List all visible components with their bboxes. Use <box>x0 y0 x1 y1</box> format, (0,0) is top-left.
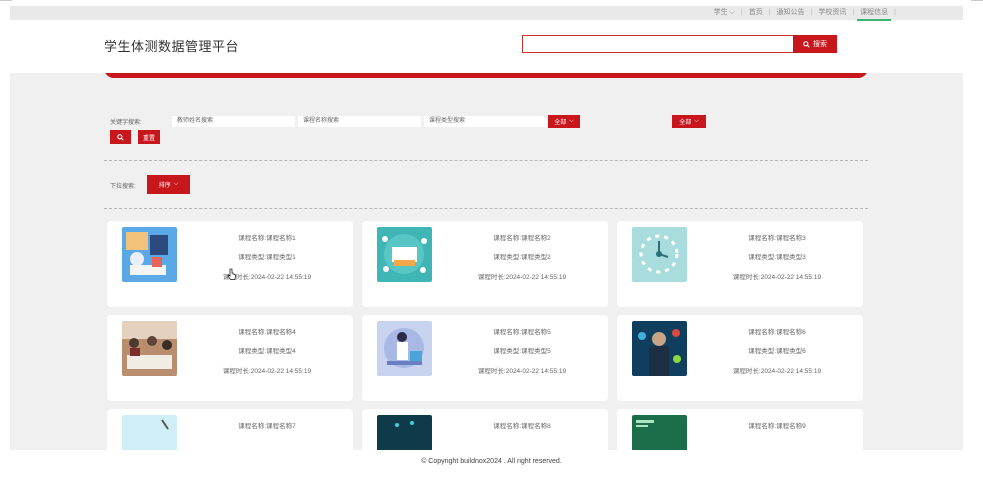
course-duration: 课程时长:2024-02-22 14:55:19 <box>222 274 312 281</box>
search-button-label: 搜索 <box>813 41 827 48</box>
course-thumbnail <box>377 321 432 376</box>
nav-divider: | <box>852 8 855 16</box>
course-thumbnail <box>122 227 177 282</box>
teacher-name-input[interactable]: 教师姓名搜索 <box>172 116 295 127</box>
nav-link-news[interactable]: 学校资讯 <box>817 7 847 17</box>
nav-divider: | <box>894 8 896 16</box>
course-card[interactable]: 课程名称:课程名称6 课程类型:课程类型6 课程时长:2024-02-22 14… <box>617 315 863 401</box>
divider <box>104 160 868 161</box>
course-card[interactable]: 课程名称:课程名称5 课程类型:课程类型5 课程时长:2024-02-22 14… <box>362 315 608 401</box>
course-thumbnail <box>632 415 687 450</box>
course-type: 课程类型:课程类型5 <box>493 348 551 355</box>
course-thumbnail <box>122 321 177 376</box>
course-type: 课程类型:课程类型2 <box>493 254 551 261</box>
course-duration: 课程时长:2024-02-22 14:55:19 <box>732 368 822 375</box>
nav-link-home[interactable]: 首页 <box>748 7 764 17</box>
reset-button[interactable]: 重置 <box>138 130 160 144</box>
course-type: 课程类型:课程类型1 <box>238 254 296 261</box>
nav-link-courses[interactable]: 课程信息 <box>857 7 892 21</box>
nav-divider: | <box>768 8 771 16</box>
chevron-down-icon: ⌵ <box>729 9 735 16</box>
course-thumbnail <box>632 227 687 282</box>
course-card[interactable]: 课程名称:课程名称2 课程类型:课程类型2 课程时长:2024-02-22 14… <box>362 221 608 307</box>
nav-link-notices[interactable]: 通知公告 <box>776 7 806 17</box>
nav-divider: | <box>740 8 743 16</box>
course-card[interactable]: 课程名称:课程名称7 <box>107 409 353 450</box>
chevron-down-icon: ⌵ <box>173 181 179 187</box>
mouse-pointer-icon <box>227 268 236 280</box>
content-area: 关键字搜索: 教师姓名搜索 课程名称搜索 课程类型搜索 全部 ⌵ 全部 ⌵ 重置 下… <box>10 73 963 450</box>
divider <box>104 208 868 209</box>
course-type: 课程类型:课程类型4 <box>238 348 296 355</box>
course-thumbnail <box>122 415 177 450</box>
course-card[interactable]: 课程名称:课程名称9 <box>617 409 863 450</box>
chevron-down-icon: ⌵ <box>694 118 699 124</box>
course-name: 课程名称:课程名称3 <box>748 235 806 242</box>
filter-select-2-label: 全部 <box>679 120 692 126</box>
course-type-input[interactable]: 课程类型搜索 <box>424 116 547 127</box>
footer-copyright: © Copyright buildnox2024 . All right res… <box>421 458 562 465</box>
search-icon <box>803 40 810 48</box>
top-nav: 学生 ⌵ | 首页 | 通知公告 | 学校资讯 | 课程信息 | <box>713 7 901 21</box>
course-duration: 课程时长:2024-02-22 14:55:19 <box>222 368 312 375</box>
site-title: 学生体测数据管理平台 <box>104 39 240 54</box>
course-duration: 课程时长:2024-02-22 14:55:19 <box>732 274 822 281</box>
course-name: 课程名称:课程名称5 <box>493 329 551 336</box>
course-name: 课程名称:课程名称8 <box>493 423 551 430</box>
page-frame: 学生 ⌵ | 首页 | 通知公告 | 学校资讯 | 课程信息 | 学生体测数据管… <box>10 6 963 450</box>
course-card[interactable]: 课程名称:课程名称4 课程类型:课程类型4 课程时长:2024-02-22 14… <box>107 315 353 401</box>
chevron-down-icon: ⌵ <box>569 118 574 124</box>
keyword-search-label: 关键字搜索: <box>110 120 142 126</box>
course-card[interactable]: 课程名称:课程名称3 课程类型:课程类型3 课程时长:2024-02-22 14… <box>617 221 863 307</box>
course-name: 课程名称:课程名称4 <box>238 329 296 336</box>
course-thumbnail <box>377 415 432 450</box>
course-name: 课程名称:课程名称1 <box>238 235 296 242</box>
user-name: 学生 <box>713 9 728 16</box>
course-type: 课程类型:课程类型3 <box>748 254 806 261</box>
filter-select-2[interactable]: 全部 ⌵ <box>672 115 706 128</box>
course-type: 课程类型:课程类型6 <box>748 348 806 355</box>
filter-search-button[interactable] <box>110 130 131 144</box>
banner-edge <box>104 73 868 78</box>
course-duration: 课程时长:2024-02-22 14:55:19 <box>477 274 567 281</box>
search-input[interactable] <box>522 35 794 53</box>
course-duration: 课程时长:2024-02-22 14:55:19 <box>477 368 567 375</box>
user-menu[interactable]: 学生 ⌵ <box>713 7 736 17</box>
course-card[interactable]: 课程名称:课程名称8 <box>362 409 608 450</box>
sort-label: 下拉搜索: <box>110 184 136 190</box>
course-card[interactable]: 课程名称:课程名称1 课程类型:课程类型1 课程时长:2024-02-22 14… <box>107 221 353 307</box>
filter-select-1[interactable]: 全部 ⌵ <box>548 115 580 128</box>
course-thumbnail <box>632 321 687 376</box>
search-button[interactable]: 搜索 <box>793 35 837 53</box>
course-name: 课程名称:课程名称7 <box>238 423 296 430</box>
course-name: 课程名称:课程名称9 <box>748 423 806 430</box>
course-name: 课程名称:课程名称6 <box>748 329 806 336</box>
course-thumbnail <box>377 227 432 282</box>
search-icon <box>117 133 124 141</box>
filter-select-1-label: 全部 <box>554 120 567 126</box>
sort-select-label: 排序 <box>158 183 171 189</box>
course-name: 课程名称:课程名称2 <box>493 235 551 242</box>
nav-divider: | <box>810 8 813 16</box>
course-name-input[interactable]: 课程名称搜索 <box>298 116 421 127</box>
sort-select[interactable]: 排序 ⌵ <box>147 175 190 194</box>
